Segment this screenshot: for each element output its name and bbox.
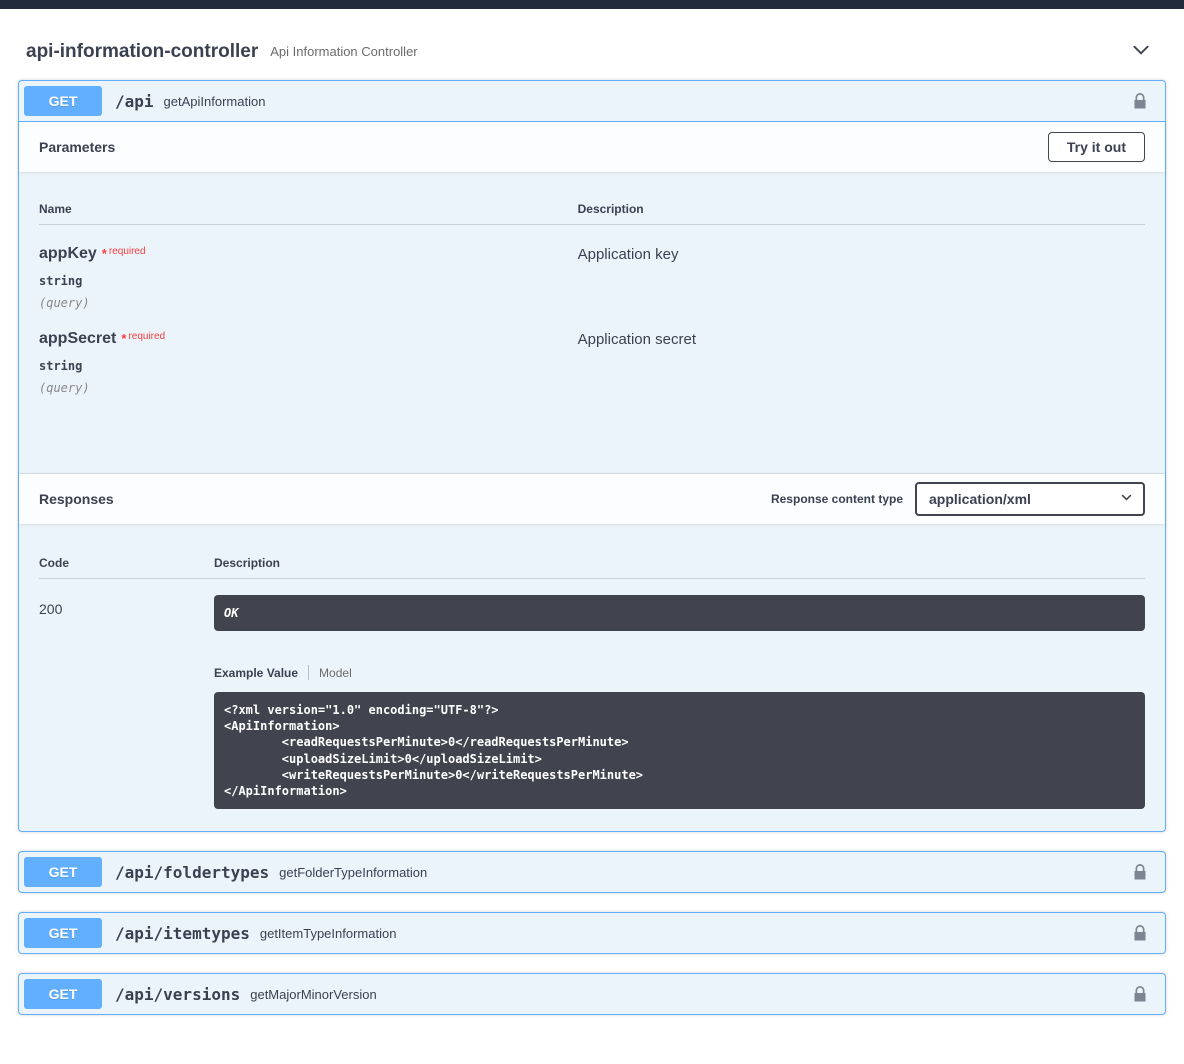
- example-value-code-block: <?xml version="1.0" encoding="UTF-8"?> <…: [214, 692, 1145, 809]
- authorization-button[interactable]: [1130, 923, 1150, 943]
- model-example-tabs: Example Value Model: [214, 665, 1145, 680]
- operation-summary[interactable]: GET /api getApiInformation: [19, 81, 1165, 122]
- parameter-location: (query): [39, 296, 578, 310]
- response-code: 200: [39, 595, 214, 809]
- responses-header: Responses Response content type applicat…: [19, 473, 1165, 524]
- collapse-section-button[interactable]: [1124, 39, 1158, 64]
- operation-get-api: GET /api getApiInformation Parameters Tr…: [18, 80, 1166, 832]
- parameter-location: (query): [39, 381, 578, 395]
- parameter-row-appsecret: appSecret *required string (query) Applic…: [39, 310, 1145, 395]
- lock-icon: [1130, 99, 1150, 114]
- try-it-out-button[interactable]: Try it out: [1048, 132, 1145, 162]
- response-content-type-label: Response content type: [771, 492, 903, 506]
- column-header-code: Code: [39, 556, 214, 570]
- chevron-down-icon: [1120, 491, 1133, 507]
- responses-title: Responses: [39, 491, 771, 507]
- chevron-down-icon: [1130, 49, 1152, 64]
- required-label: required: [128, 331, 165, 342]
- tag-section-header[interactable]: api-information-controller Api Informati…: [18, 9, 1166, 80]
- authorization-button[interactable]: [1130, 91, 1150, 111]
- parameters-table: Name Description appKey *required string …: [19, 172, 1165, 473]
- response-description-cell: OK Example Value Model <?xml version="1.…: [214, 595, 1145, 809]
- responses-table-head: Code Description: [39, 546, 1145, 579]
- required-label: required: [109, 246, 146, 257]
- operation-summary-text: getItemTypeInformation: [260, 926, 397, 941]
- parameters-table-head: Name Description: [39, 192, 1145, 225]
- tab-example-value[interactable]: Example Value: [214, 666, 298, 680]
- method-badge: GET: [24, 979, 102, 1009]
- operation-summary[interactable]: GET /api/foldertypes getFolderTypeInform…: [19, 852, 1165, 892]
- authorization-button[interactable]: [1130, 862, 1150, 882]
- response-description: OK: [214, 595, 1145, 631]
- topbar: [0, 0, 1184, 9]
- tab-divider: [308, 665, 309, 680]
- operation-path: /api: [115, 92, 154, 111]
- operation-summary-text: getApiInformation: [164, 94, 266, 109]
- parameter-description: Application key: [578, 245, 1145, 310]
- parameter-name: appKey: [39, 245, 97, 262]
- method-badge: GET: [24, 918, 102, 948]
- required-star: *: [121, 331, 126, 346]
- swagger-content: api-information-controller Api Informati…: [0, 9, 1184, 1064]
- authorization-button[interactable]: [1130, 984, 1150, 1004]
- column-header-name: Name: [39, 202, 578, 216]
- operation-path: /api/foldertypes: [115, 863, 269, 882]
- operation-path: /api/itemtypes: [115, 924, 250, 943]
- response-content-type-value: application/xml: [929, 491, 1031, 507]
- lock-icon: [1130, 992, 1150, 1007]
- operation-summary[interactable]: GET /api/versions getMajorMinorVersion: [19, 974, 1165, 1014]
- operation-get-api-foldertypes: GET /api/foldertypes getFolderTypeInform…: [18, 851, 1166, 893]
- response-row-200: 200 OK Example Value Model <?xml version…: [39, 579, 1145, 809]
- parameter-row-appkey: appKey *required string (query) Applicati…: [39, 225, 1145, 310]
- tag-subtitle: Api Information Controller: [270, 44, 417, 59]
- lock-icon: [1130, 931, 1150, 946]
- parameter-type: string: [39, 274, 578, 288]
- method-badge: GET: [24, 86, 102, 116]
- column-header-description: Description: [578, 202, 1145, 216]
- column-header-description: Description: [214, 556, 1145, 570]
- method-badge: GET: [24, 857, 102, 887]
- tab-model[interactable]: Model: [319, 666, 352, 680]
- operation-get-api-itemtypes: GET /api/itemtypes getItemTypeInformatio…: [18, 912, 1166, 954]
- parameters-header: Parameters Try it out: [19, 122, 1165, 172]
- operation-summary-text: getMajorMinorVersion: [250, 987, 376, 1002]
- required-star: *: [102, 246, 107, 261]
- response-content-type-select[interactable]: application/xml: [915, 482, 1145, 516]
- parameter-name: appSecret: [39, 330, 116, 347]
- operation-summary-text: getFolderTypeInformation: [279, 865, 427, 880]
- parameter-name-cell: appSecret *required string (query): [39, 330, 578, 395]
- parameter-type: string: [39, 359, 578, 373]
- responses-table: Code Description 200 OK Example Value Mo…: [19, 524, 1165, 831]
- parameter-description: Application secret: [578, 330, 1145, 395]
- tag-title: api-information-controller: [26, 41, 258, 63]
- parameters-title: Parameters: [39, 139, 1048, 155]
- parameter-name-cell: appKey *required string (query): [39, 245, 578, 310]
- response-content-type-group: Response content type application/xml: [771, 482, 1145, 516]
- operation-path: /api/versions: [115, 985, 240, 1004]
- operation-get-api-versions: GET /api/versions getMajorMinorVersion: [18, 973, 1166, 1015]
- operation-summary[interactable]: GET /api/itemtypes getItemTypeInformatio…: [19, 913, 1165, 953]
- lock-icon: [1130, 870, 1150, 885]
